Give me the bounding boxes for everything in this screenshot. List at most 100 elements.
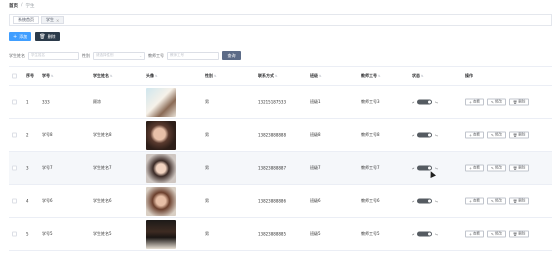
view-button[interactable]: + 查看 [465, 131, 484, 139]
student-table: 序号 学号⇅ 学生姓名⇅ 头像⇅ 性别⇅ 联系方式⇅ 班级⇅ 教师工号⇅ 状态⇅… [9, 66, 552, 251]
cell-gender: 男 [205, 165, 209, 170]
row-actions: + 查看 ✎ 修改 🗑 删除 [465, 131, 530, 139]
delete-button[interactable]: 🗑 删除 [508, 98, 530, 106]
left-arrow-icon: ⤶ [412, 231, 415, 237]
table-row[interactable]: 1 333 顾凉 男 13215187533 班级1 教师工号3 ⤶ ⤷ + 查看… [9, 86, 552, 119]
delete-button[interactable]: 🗑 删除 [508, 164, 530, 172]
view-button[interactable]: + 查看 [465, 98, 484, 106]
cell-student-name: 学生姓名6 [93, 198, 112, 203]
plus-icon: + [13, 33, 18, 40]
teacher-no-input[interactable]: 教师工号 [167, 51, 219, 60]
col-student-no[interactable]: 学号⇅ [42, 73, 54, 79]
table-row[interactable]: 4 学号6 学生姓名6 男 13823888886 班级6 教师工号6 ⤶ ⤷ … [9, 185, 552, 218]
cell-class: 班级8 [310, 132, 321, 137]
right-arrow-icon: ⤷ [435, 132, 438, 138]
edit-button[interactable]: ✎ 修改 [486, 131, 506, 139]
cell-student-no: 学号5 [42, 231, 53, 236]
col-status[interactable]: 状态⇅ [412, 73, 424, 79]
eye-icon: + [469, 199, 472, 203]
tab-home[interactable]: 系统首页 [13, 16, 39, 24]
right-arrow-icon: ⤷ [435, 99, 438, 105]
row-checkbox[interactable] [12, 132, 17, 138]
edit-button[interactable]: ✎ 修改 [486, 98, 506, 106]
row-checkbox[interactable] [12, 231, 17, 237]
avatar[interactable] [146, 88, 176, 117]
status-control: ⤶ ⤷ [412, 132, 438, 138]
delete-button[interactable]: 🗑 删除 [508, 197, 530, 205]
row-actions: + 查看 ✎ 修改 🗑 删除 [465, 230, 530, 238]
cell-teacher-no: 教师工号3 [361, 99, 380, 104]
student-name-input[interactable]: 学生姓名 [28, 51, 79, 60]
name-label: 学生姓名 [9, 52, 25, 58]
edit-icon: ✎ [490, 133, 494, 137]
col-student-name[interactable]: 学生姓名⇅ [93, 73, 113, 79]
edit-button[interactable]: ✎ 修改 [486, 230, 506, 238]
breadcrumb: 首页 / 学生 [9, 3, 35, 9]
col-avatar[interactable]: 头像⇅ [146, 73, 158, 79]
avatar[interactable] [146, 154, 176, 183]
cell-student-no: 333 [42, 99, 50, 105]
batch-delete-button[interactable]: 🗑 删除 [35, 32, 60, 41]
tab-student[interactable]: 学生 × [41, 16, 65, 24]
col-teacher-no[interactable]: 教师工号⇅ [361, 73, 381, 79]
trash-icon: 🗑 [512, 166, 518, 170]
left-arrow-icon: ⤶ [412, 132, 415, 138]
breadcrumb-separator: / [21, 3, 23, 8]
status-toggle[interactable] [417, 165, 433, 171]
status-toggle[interactable] [417, 132, 433, 138]
search-bar: 学生姓名 学生姓名 性别 请选择性别 ⌄ 教师工号 教师工号 查询 [9, 51, 241, 60]
edit-icon: ✎ [490, 166, 494, 170]
delete-button[interactable]: 🗑 删除 [508, 230, 530, 238]
add-button[interactable]: + 添加 [9, 32, 32, 41]
tab-label: 系统首页 [18, 17, 34, 22]
right-arrow-icon: ⤷ [435, 165, 438, 171]
status-toggle[interactable] [417, 231, 433, 237]
view-button[interactable]: + 查看 [465, 164, 484, 172]
view-button[interactable]: + 查看 [465, 230, 484, 238]
query-button[interactable]: 查询 [222, 51, 241, 60]
table-row[interactable]: 3 学号7 学生姓名7 男 13823888887 班级7 教师工号7 ⤶ ⤷ … [9, 152, 552, 185]
avatar[interactable] [146, 187, 176, 216]
select-all-checkbox[interactable] [12, 73, 17, 79]
status-toggle[interactable] [417, 198, 433, 204]
breadcrumb-home[interactable]: 首页 [9, 3, 18, 9]
sort-icon: ⇅ [275, 74, 278, 78]
close-icon[interactable]: × [56, 18, 59, 23]
table-row[interactable]: 2 学号8 学生姓名8 男 13823888888 班级8 教师工号8 ⤶ ⤷ … [9, 119, 552, 152]
edit-button[interactable]: ✎ 修改 [486, 164, 506, 172]
table-row[interactable]: 5 学号5 学生姓名5 男 13823888885 班级5 教师工号5 ⤶ ⤷ … [9, 218, 552, 251]
eye-icon: + [469, 100, 472, 104]
cell-gender: 男 [205, 132, 209, 137]
cell-gender: 男 [205, 198, 209, 203]
gender-select[interactable]: 请选择性别 ⌄ [93, 51, 145, 60]
eye-icon: + [469, 166, 472, 170]
sort-icon: ⇅ [378, 74, 381, 78]
avatar[interactable] [146, 220, 176, 249]
row-checkbox[interactable] [12, 99, 17, 105]
trash-icon: 🗑 [512, 199, 518, 203]
add-button-label: 添加 [19, 33, 28, 39]
sort-icon: ⇅ [214, 74, 217, 78]
edit-button[interactable]: ✎ 修改 [486, 197, 506, 205]
row-checkbox[interactable] [12, 165, 17, 171]
sort-icon: ⇅ [155, 74, 158, 78]
view-button[interactable]: + 查看 [465, 197, 484, 205]
trash-icon: 🗑 [512, 133, 518, 137]
teacher-label: 教师工号 [148, 52, 164, 58]
col-class[interactable]: 班级⇅ [310, 73, 322, 79]
tab-label: 学生 [46, 17, 54, 22]
row-actions: + 查看 ✎ 修改 🗑 删除 [465, 98, 530, 106]
cell-student-name: 顾凉 [93, 99, 101, 104]
breadcrumb-current: 学生 [25, 4, 35, 9]
avatar[interactable] [146, 121, 176, 150]
left-arrow-icon: ⤶ [412, 198, 415, 204]
delete-button-label: 删除 [47, 33, 56, 39]
row-checkbox[interactable] [12, 198, 17, 204]
delete-button[interactable]: 🗑 删除 [508, 131, 530, 139]
row-actions: + 查看 ✎ 修改 🗑 删除 [465, 197, 530, 205]
action-bar: + 添加 🗑 删除 [9, 32, 60, 41]
status-toggle[interactable] [417, 99, 433, 105]
col-gender[interactable]: 性别⇅ [205, 73, 217, 79]
col-contact[interactable]: 联系方式⇅ [258, 73, 278, 79]
right-arrow-icon: ⤷ [435, 198, 438, 204]
